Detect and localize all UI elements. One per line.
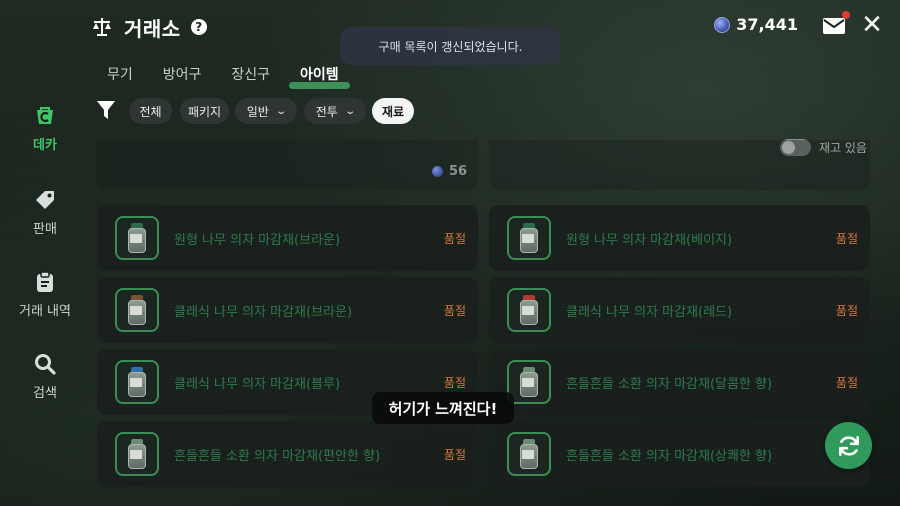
price-value: 56	[449, 164, 468, 179]
refresh-icon	[838, 435, 859, 456]
soldout-label: 품절	[443, 447, 466, 462]
refresh-button[interactable]	[825, 422, 872, 469]
jar-icon	[127, 295, 147, 325]
category-tabs: 무기 방어구 장신구 아이템	[92, 62, 354, 89]
item-name: 원형 나무 의자 마감재(브라운)	[174, 232, 341, 248]
item-name: 흔들흔들 소환 의자 마감재(상쾌한 향)	[566, 448, 773, 464]
search-icon	[35, 354, 56, 375]
filter-dropdown-combat[interactable]: 전투 ⌄	[304, 98, 366, 124]
coin-icon	[714, 16, 731, 33]
chevron-down-icon: ⌄	[275, 105, 287, 117]
chip-label: 일반	[246, 104, 269, 119]
item-thumbnail	[115, 288, 159, 332]
jar-icon	[519, 295, 539, 325]
tab-accessory[interactable]: 장신구	[216, 64, 285, 84]
status-message: 허기가 느껴진다!	[372, 392, 514, 424]
chip-label: 전체	[139, 104, 162, 119]
close-button[interactable]: ✕	[860, 12, 884, 38]
item-name: 클래식 나무 의자 마감재(블루)	[174, 376, 341, 392]
item-name: 흔들흔들 소환 의자 마감재(달콤한 향)	[566, 376, 773, 392]
jar-icon	[519, 223, 539, 253]
currency-amount: 37,441	[736, 15, 798, 34]
list-item[interactable]: 클래식 나무 의자 마감재(레드) 품절	[489, 277, 870, 343]
jar-icon	[519, 367, 539, 397]
currency-display: 37,441	[714, 15, 798, 34]
sidebar-item-label: 데카	[33, 138, 57, 153]
item-thumbnail	[115, 432, 159, 476]
sidebar-item-deka[interactable]: 데카	[8, 104, 82, 153]
tab-armor[interactable]: 방어구	[148, 64, 217, 84]
page-title: 거래소	[124, 16, 181, 41]
tab-active-indicator	[289, 82, 350, 89]
list-item[interactable]: 클래식 나무 의자 마감재(브라운) 품절	[97, 277, 478, 343]
chevron-down-icon: ⌄	[344, 105, 356, 117]
item-thumbnail	[115, 216, 159, 260]
sidebar-item-history[interactable]: 거래 내역	[8, 270, 82, 319]
jar-icon	[127, 223, 147, 253]
filter-chip-all[interactable]: 전체	[129, 98, 172, 124]
list-item[interactable]: 원형 나무 의자 마감재(브라운) 품절	[97, 205, 478, 271]
soldout-label: 품절	[835, 231, 858, 246]
page-header: 거래소 ?	[90, 12, 207, 42]
mail-button[interactable]	[822, 11, 850, 36]
filter-chip-material[interactable]: 재료	[372, 98, 414, 124]
soldout-label: 품절	[443, 303, 466, 318]
item-thumbnail	[507, 432, 551, 476]
jar-icon	[127, 439, 147, 469]
item-thumbnail	[507, 288, 551, 332]
tab-item[interactable]: 아이템	[285, 64, 354, 89]
list-item[interactable]: 원형 나무 의자 마감재(베이지) 품절	[489, 205, 870, 271]
list-item[interactable]: 흔들흔들 소환 의자 마감재(달콤한 향) 품절	[489, 349, 870, 415]
chip-label: 패키지	[187, 104, 222, 119]
list-item[interactable]: 흔들흔들 소환 의자 마감재(편안한 향) 품절	[97, 421, 478, 487]
tab-weapon[interactable]: 무기	[92, 64, 148, 84]
item-thumbnail	[115, 360, 159, 404]
list-item-partial[interactable]	[489, 140, 870, 190]
soldout-label: 품절	[443, 231, 466, 246]
list-item-partial[interactable]	[97, 140, 478, 190]
item-thumbnail	[507, 216, 551, 260]
item-name: 흔들흔들 소환 의자 마감재(편안한 향)	[174, 448, 381, 464]
sidebar-item-label: 검색	[33, 386, 57, 401]
filter-dropdown-general[interactable]: 일반 ⌄	[235, 98, 297, 124]
item-name: 원형 나무 의자 마감재(베이지)	[566, 232, 733, 248]
item-name: 클래식 나무 의자 마감재(레드)	[566, 304, 733, 320]
mail-icon	[823, 18, 845, 34]
sidebar-item-label: 판매	[33, 222, 57, 237]
tag-icon	[36, 191, 54, 209]
chip-label: 전투	[315, 104, 338, 119]
help-icon[interactable]: ?	[190, 19, 207, 35]
jar-icon	[519, 439, 539, 469]
filter-chip-package[interactable]: 패키지	[180, 98, 229, 124]
scale-icon	[93, 18, 111, 36]
jar-icon	[127, 367, 147, 397]
clipboard-icon	[37, 271, 53, 292]
notification-dot	[842, 11, 850, 19]
item-price: 56	[432, 164, 467, 179]
sidebar-item-label: 거래 내역	[19, 304, 71, 319]
item-name: 클래식 나무 의자 마감재(브라운)	[174, 304, 353, 320]
soldout-label: 품절	[835, 375, 858, 390]
list-item[interactable]: 흔들흔들 소환 의자 마감재(상쾌한 향) 품절	[489, 421, 870, 487]
chip-label: 재료	[381, 104, 405, 119]
soldout-label: 품절	[835, 303, 858, 318]
cart-icon	[37, 107, 53, 124]
toast-message: 구매 목록이 갱신되었습니다.	[340, 27, 561, 65]
tab-item-label: 아이템	[300, 67, 339, 83]
sidebar-item-search[interactable]: 검색	[8, 352, 82, 401]
filter-icon[interactable]	[96, 99, 116, 121]
sidebar-item-sell[interactable]: 판매	[8, 188, 82, 237]
coin-icon	[432, 166, 443, 177]
